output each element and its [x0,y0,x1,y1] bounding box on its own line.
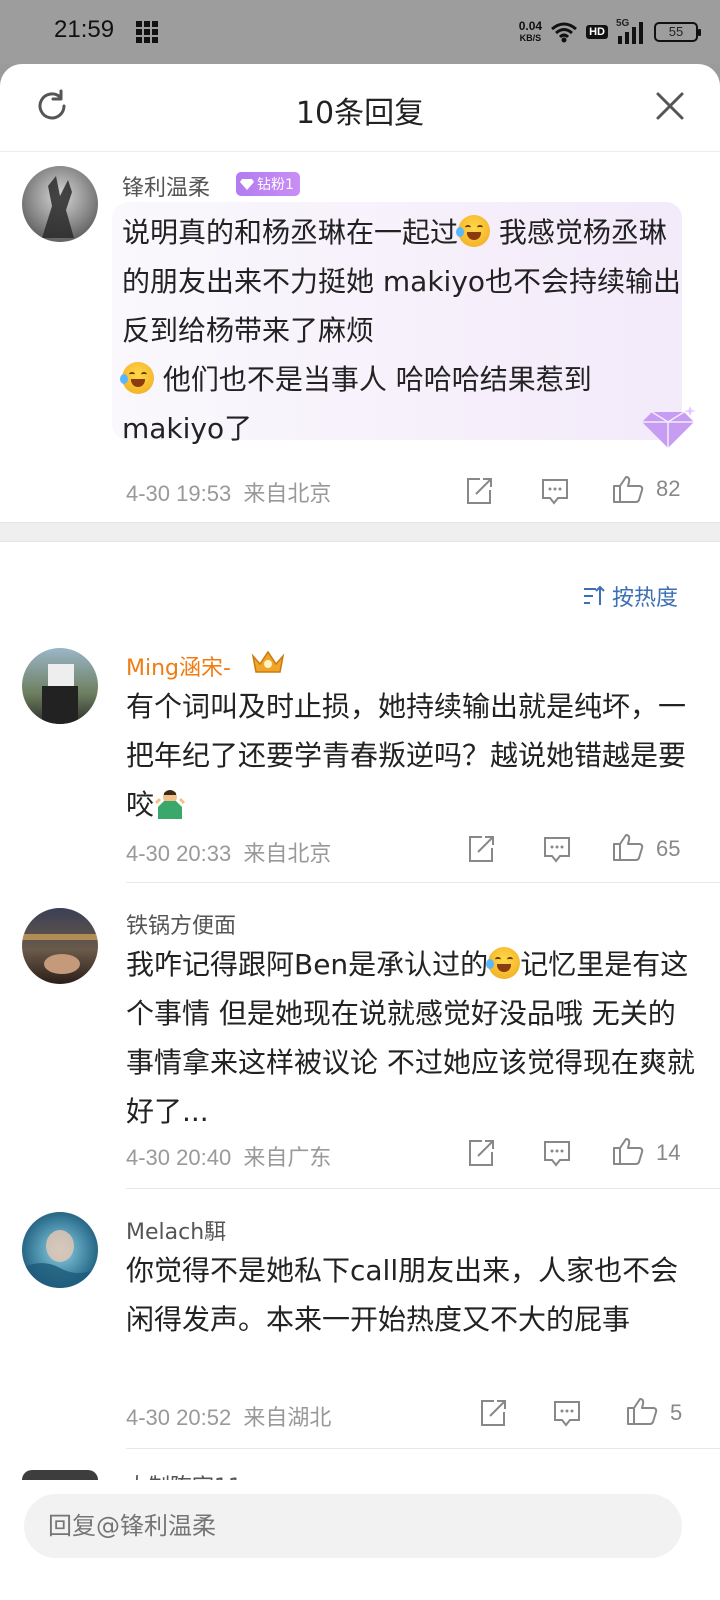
reply-input-bar [0,1480,720,1600]
battery-indicator: 55 [654,22,701,42]
vip-crown-icon [251,650,285,673]
reply-text: 有个词叫及时止损，她持续输出就是纯坏，一把年纪了还要学青春叛逆吗？越说她错越是要… [126,682,696,829]
sort-by-hot-button[interactable]: 按热度 [582,580,678,612]
avatar-scene-icon [22,934,98,974]
reply-meta: 4-30 20:52 来自湖北 [126,1400,331,1432]
laugh-cry-emoji-icon [486,947,521,979]
status-time: 21:59 [54,16,115,43]
status-indicators: 0.04 KB/S HD 5G 55 [519,14,701,50]
reply-text-content: 有个词叫及时止损，她持续输出就是纯坏，一把年纪了还要学青春叛逆吗？越说她错越是要… [126,690,687,821]
comment-icon[interactable] [552,1398,582,1428]
sheet-header: 10条回复 [0,64,720,152]
reply-separator [126,1188,720,1189]
app-grid-icon [136,21,158,43]
sparkle-gem-icon [642,406,696,448]
avatar-water-icon [22,1230,98,1288]
avatar-figure-icon [42,176,74,238]
reply-avatar-partial[interactable] [22,1470,98,1480]
fan-level-badge: 钻粉1 [236,172,300,196]
reply-avatar[interactable] [22,908,98,984]
diamond-icon [240,179,254,190]
reply-separator [126,1448,720,1449]
reply-time: 4-30 20:40 [126,1145,232,1170]
main-like-count: 82 [656,476,681,501]
share-icon[interactable] [478,1398,508,1428]
reply-time: 4-30 20:33 [126,841,232,866]
shrug-emoji-icon [154,790,186,819]
reply-location: 来自湖北 [243,1405,332,1430]
like-icon[interactable] [626,1396,658,1426]
hd-badge: HD [586,25,608,39]
share-icon[interactable] [466,1138,496,1168]
net-speed-unit: KB/S [519,33,542,43]
reply-text-part-1: 我咋记得跟阿Ben是承认过的 [126,948,489,981]
comment-icon[interactable] [542,1138,572,1168]
net-speed-value: 0.04 [518,19,543,33]
avatar-person-icon [42,664,78,724]
close-icon[interactable] [654,90,686,122]
reply-text: 我咋记得跟阿Ben是承认过的 记忆里是有这个事情 但是她现在说就感觉好没品哦 无关… [126,940,696,1136]
main-text-part-1: 说明真的和杨丞琳在一起过 [122,216,459,249]
reply-avatar[interactable] [22,1212,98,1288]
main-text-part-3: 他们也不是当事人 哈哈哈结果惹到makiyo了 [122,363,592,445]
like-icon[interactable] [612,474,644,504]
reply-author[interactable]: Ming涵宋- [126,650,231,682]
laugh-cry-emoji-icon [456,215,491,247]
reply-meta: 4-30 20:33 来自北京 [126,836,331,868]
share-icon[interactable] [464,476,494,506]
reply-location: 来自广东 [243,1145,332,1170]
reply-like-count: 5 [670,1400,683,1425]
section-divider [0,522,720,542]
signal-label: 5G [616,18,630,29]
reply-author[interactable]: 铁锅方便面 [126,908,236,940]
share-icon[interactable] [466,834,496,864]
status-bar: 21:59 0.04 KB/S HD 5G 55 [0,0,720,64]
like-icon[interactable] [612,832,644,862]
comment-icon[interactable] [540,476,570,506]
main-comment-author[interactable]: 锋利温柔 [122,170,210,202]
main-comment-avatar[interactable] [22,166,98,242]
reply-time: 4-30 20:52 [126,1405,232,1430]
reply-meta: 4-30 20:40 来自广东 [126,1140,331,1172]
main-comment-meta: 4-30 19:53 来自北京 [126,476,331,508]
sheet-title: 10条回复 [295,96,425,131]
reply-input[interactable] [24,1494,682,1558]
reply-separator [126,882,720,883]
sort-icon [583,585,605,605]
sort-label: 按热度 [611,586,678,611]
like-icon[interactable] [612,1136,644,1166]
reply-text: 你觉得不是她私下call朋友出来，人家也不会闲得发声。本来一开始热度又不大的屁事 [126,1254,679,1336]
main-comment-time: 4-30 19:53 [126,481,232,506]
reply-sheet: 10条回复 锋利温柔 钻粉1 说明真的和杨丞琳在一起过 我感觉杨丞琳的朋友出来不… [0,64,720,1600]
reply-author[interactable]: Melach駬 [126,1214,226,1246]
reply-location: 来自北京 [243,841,332,866]
signal-indicator: 5G [616,18,646,44]
reply-like-count: 14 [656,1140,681,1165]
fan-level-label: 钻粉1 [257,177,294,193]
laugh-cry-emoji-icon [120,362,154,394]
wifi-icon [551,22,578,43]
comment-icon[interactable] [542,834,572,864]
net-speed: 0.04 KB/S [519,20,542,44]
reply-like-count: 65 [656,836,681,861]
reply-avatar[interactable] [22,648,98,724]
main-comment-location: 来自北京 [243,481,332,506]
main-comment-text: 说明真的和杨丞琳在一起过 我感觉杨丞琳的朋友出来不力挺她 makiyo也不会持续… [120,208,682,453]
